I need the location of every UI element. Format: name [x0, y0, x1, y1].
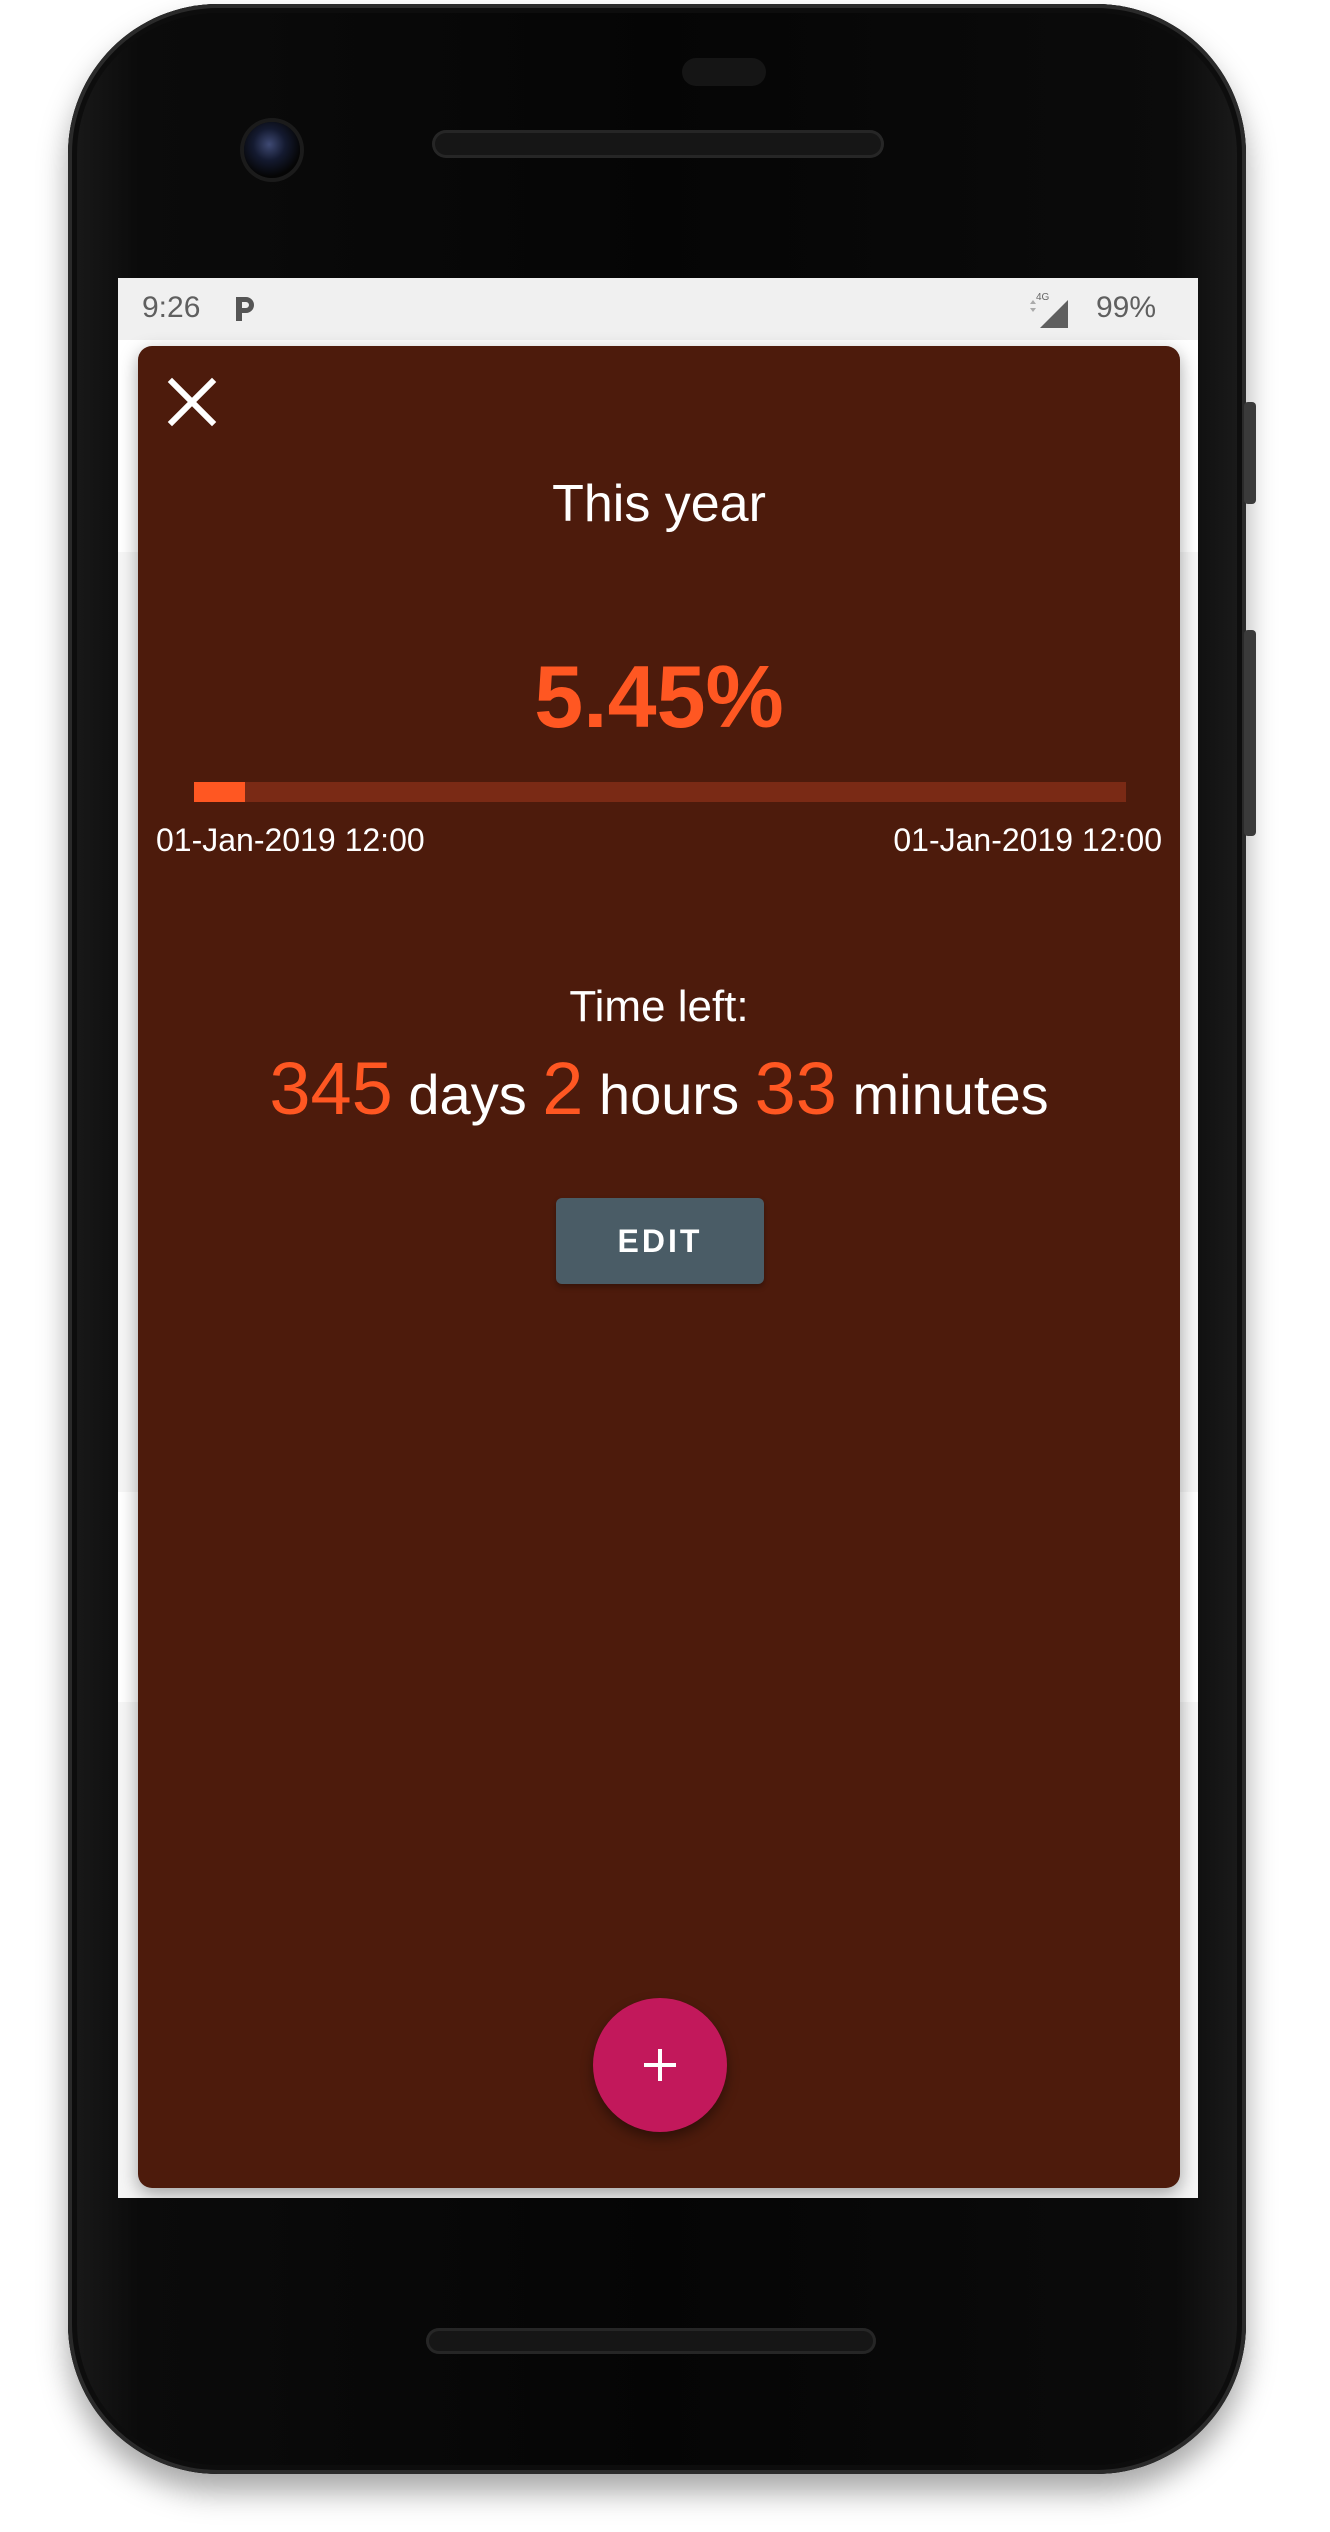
progress-bar-fill: [194, 782, 245, 802]
hours-unit: hours: [598, 1063, 740, 1126]
edit-button[interactable]: EDIT: [556, 1198, 764, 1284]
progress-percent: 5.45%: [534, 647, 784, 746]
plus-icon: [644, 2049, 676, 2081]
volume-button: [1244, 630, 1256, 836]
minutes-value: 33: [754, 1047, 837, 1130]
status-bar: 9:26 4G 99%: [118, 278, 1198, 340]
power-button: [1244, 402, 1256, 504]
time-left-label: Time left:: [569, 982, 749, 1031]
minutes-unit: minutes: [852, 1063, 1049, 1126]
card-title: This year: [552, 475, 766, 533]
days-value: 345: [269, 1047, 393, 1130]
progress-bar: [194, 782, 1126, 802]
proximity-sensor: [682, 58, 766, 86]
network-label: 4G: [1036, 292, 1050, 303]
hours-value: 2: [542, 1047, 584, 1130]
add-button[interactable]: [593, 1998, 727, 2132]
parking-icon: [236, 297, 254, 321]
timer-card: This year 5.45% 01-Jan-2019 12:00 01-Jan…: [138, 346, 1180, 2188]
front-camera: [244, 122, 300, 178]
battery-level: 99%: [1096, 291, 1157, 324]
end-date: 01-Jan-2019 12:00: [893, 822, 1162, 858]
signal-icon: 4G: [1030, 292, 1068, 328]
time-left-value: 345 days 2 hours 33 minutes: [138, 1046, 1180, 1131]
status-time: 9:26: [142, 291, 201, 324]
screen: 9:26 4G 99% This year 5.45% 01-Jan-2019 …: [118, 278, 1198, 2198]
close-button[interactable]: [166, 376, 218, 428]
start-date: 01-Jan-2019 12:00: [156, 822, 425, 858]
bottom-speaker: [426, 2328, 876, 2354]
earpiece-speaker: [432, 130, 884, 158]
days-unit: days: [408, 1063, 527, 1126]
close-icon: [167, 377, 217, 427]
